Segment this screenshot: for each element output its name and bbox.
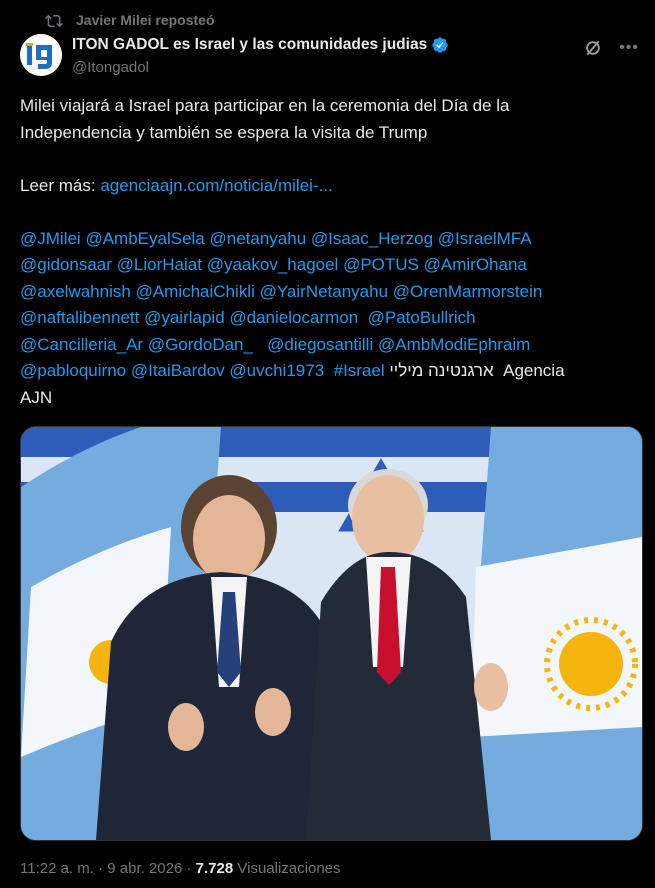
read-more-link[interactable]: agenciaajn.com/noticia/milei-... [100,176,332,195]
post-line-1: Milei viajará a Israel para participar e… [20,96,510,115]
mention-link[interactable]: @JMilei [20,229,81,248]
mention-link[interactable]: @OrenMarmorstein [393,282,543,301]
post-line-2: Independencia y también se espera la vis… [20,122,428,142]
photo-illustration [21,427,642,840]
author-name[interactable]: ITON GADOL es Israel y las comunidades j… [72,36,427,54]
mention-link[interactable]: @Isaac_Herzog [311,229,433,248]
post-photo[interactable] [20,426,643,841]
more-options-icon[interactable]: ••• [619,40,639,56]
read-more-label: Leer más: [20,175,96,195]
mention-link[interactable]: @AmbEyalSela [85,229,204,248]
mention-link[interactable]: @AmirOhana [424,255,527,274]
repost-icon [45,14,63,28]
views-count: 7.728 [195,860,234,877]
mention-link[interactable]: @YairNetanyahu [260,282,388,301]
views-label: Visualizaciones [237,860,341,877]
iton-gadol-logo [20,34,62,76]
avatar[interactable] [20,34,62,76]
verified-badge-icon [432,37,448,53]
agency-text: Agencia [503,361,565,380]
repost-label: Javier Milei reposteó [76,12,215,28]
mention-link[interactable]: @danielocarmon [229,308,358,327]
grok-icon[interactable] [583,38,603,58]
mention-link[interactable]: @GordoDan_ [148,335,253,354]
mention-link[interactable]: @POTUS [343,255,419,274]
mention-link[interactable]: @diegosantilli [267,335,373,354]
mention-link[interactable]: @netanyahu [210,229,307,248]
mention-link[interactable]: @IsraelMFA [438,229,532,248]
mention-link[interactable]: @ItaiBardov [131,361,225,380]
mention-link[interactable]: @naftalibennett [20,308,139,327]
mention-link[interactable]: @AmichaiChikli [136,282,255,301]
post-text: Milei viajará a Israel para participar e… [20,93,640,411]
timestamp[interactable]: 11:22 a. m. · 9 abr. 2026 · [20,860,192,877]
mention-link[interactable]: @yaakov_hagoel [207,255,339,274]
hashtag-link[interactable]: #Israel [334,361,385,380]
mention-link[interactable]: @uvchi1973 [229,361,324,380]
mention-link[interactable]: @gidonsaar [20,255,112,274]
author-handle[interactable]: @Itongadol [72,59,149,76]
repost-header[interactable]: Javier Milei reposteó [45,12,215,28]
hebrew-text: ארגנטינה מיליי [389,361,494,380]
author-name-row[interactable]: ITON GADOL es Israel y las comunidades j… [72,36,449,54]
mention-link[interactable]: @pabloquirno [20,361,126,380]
post-meta: 11:22 a. m. · 9 abr. 2026 · 7.728 Visual… [20,860,341,877]
mention-link[interactable]: @LiorHaiat [117,255,202,274]
agency-text-line-2: AJN [20,387,53,407]
mention-link[interactable]: @Cancilleria_Ar [20,335,143,354]
mention-link[interactable]: @axelwahnish [20,282,131,301]
mention-link[interactable]: @AmbModiEphraim [378,335,530,354]
mention-link[interactable]: @yairlapid [144,308,225,327]
mention-link[interactable]: @PatoBullrich [368,308,476,327]
